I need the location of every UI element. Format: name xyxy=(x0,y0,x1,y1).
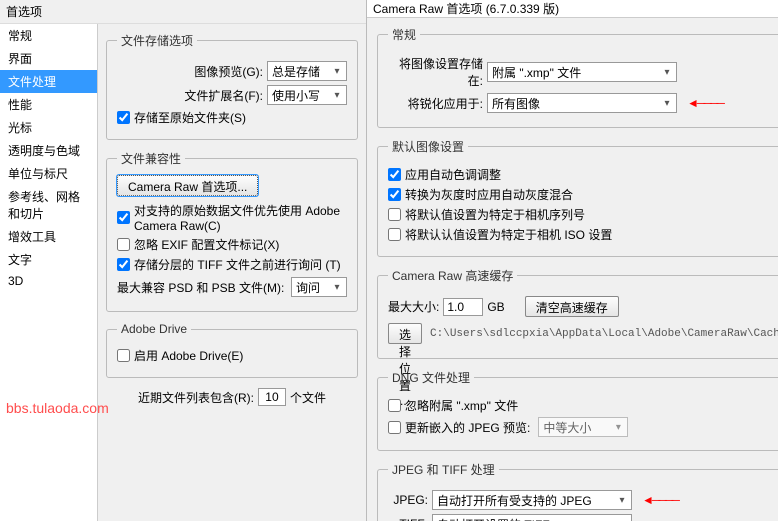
apply-sharpen-label: 将锐化应用于: xyxy=(388,95,483,112)
save-original-checkbox[interactable] xyxy=(117,111,130,124)
recent-files-input[interactable] xyxy=(258,388,286,406)
compat-legend: 文件兼容性 xyxy=(117,150,185,167)
adobe-drive-legend: Adobe Drive xyxy=(117,322,191,336)
sidebar-item-guides[interactable]: 参考线、网格和切片 xyxy=(0,185,97,225)
embed-jpeg-checkbox[interactable] xyxy=(388,421,401,434)
auto-tone-checkbox[interactable] xyxy=(388,168,401,181)
image-preview-label: 图像预览(G): xyxy=(173,63,263,80)
recent-suffix: 个文件 xyxy=(290,389,326,406)
sidebar-item-general[interactable]: 常规 xyxy=(0,24,97,47)
recent-label: 近期文件列表包含(R): xyxy=(138,389,254,406)
apply-sharpen-select[interactable]: 所有图像 ▾ xyxy=(487,93,677,113)
max-psd-select[interactable]: 询问 ▾ xyxy=(291,277,347,297)
jpeg-handling-select[interactable]: 自动打开所有受支持的 JPEG ▾ xyxy=(432,490,632,510)
tiff-handling-select[interactable]: 自动打开设置的 TIFF ▾ xyxy=(432,514,632,521)
cr-defaults-group: 默认图像设置 应用自动色调调整 转换为灰度时应用自动灰度混合 将默认值设置为特定… xyxy=(377,138,778,257)
cr-general-legend: 常规 xyxy=(388,26,420,43)
save-original-label: 存储至原始文件夹(S) xyxy=(134,109,246,126)
chevron-down-icon: ▾ xyxy=(330,66,344,77)
ignore-exif-label: 忽略 EXIF 配置文件标记(X) xyxy=(134,236,279,253)
ignore-exif-checkbox[interactable] xyxy=(117,238,130,251)
cr-jpeg-tiff-legend: JPEG 和 TIFF 处理 xyxy=(388,461,499,478)
sidebar-item-file-handling[interactable]: 文件处理 xyxy=(0,70,97,93)
adobe-drive-group: Adobe Drive 启用 Adobe Drive(E) xyxy=(106,322,358,378)
sidebar-item-plugins[interactable]: 增效工具 xyxy=(0,225,97,248)
sidebar-item-cursors[interactable]: 光标 xyxy=(0,116,97,139)
max-size-label: 最大大小: xyxy=(388,298,439,315)
image-preview-select[interactable]: 总是存储 ▾ xyxy=(267,61,347,81)
cr-defaults-legend: 默认图像设置 xyxy=(388,138,468,155)
per-iso-label: 将默认认值设置为特定于相机 ISO 设置 xyxy=(405,226,612,243)
max-size-input[interactable] xyxy=(443,298,483,316)
auto-gray-label: 转换为灰度时应用自动灰度混合 xyxy=(405,186,573,203)
save-settings-label: 将图像设置存储在: xyxy=(388,55,483,89)
chevron-down-icon: ▾ xyxy=(330,90,344,101)
ignore-xmp-checkbox[interactable] xyxy=(388,399,401,412)
chevron-down-icon: ▾ xyxy=(611,422,625,433)
sidebar: 常规 界面 文件处理 性能 光标 透明度与色域 单位与标尺 参考线、网格和切片 … xyxy=(0,24,98,521)
arrow-indicator-icon: ◄──── xyxy=(642,493,678,507)
save-settings-select[interactable]: 附属 ".xmp" 文件 ▾ xyxy=(487,62,677,82)
watermark-text: bbs.tulaoda.com xyxy=(6,400,109,416)
cr-cache-group: Camera Raw 高速缓存 最大大小: GB 清空高速缓存 选择位置 ...… xyxy=(377,267,778,359)
ask-tiff-checkbox[interactable] xyxy=(117,258,130,271)
per-iso-checkbox[interactable] xyxy=(388,228,401,241)
enable-drive-label: 启用 Adobe Drive(E) xyxy=(134,347,243,364)
sidebar-item-type[interactable]: 文字 xyxy=(0,248,97,271)
auto-tone-label: 应用自动色调调整 xyxy=(405,166,501,183)
prefer-raw-checkbox[interactable] xyxy=(117,211,130,224)
right-panel-title: Camera Raw 首选项 (6.7.0.339 版) xyxy=(367,0,778,18)
select-location-button[interactable]: 选择位置 ... xyxy=(388,323,422,344)
cr-jpeg-tiff-group: JPEG 和 TIFF 处理 JPEG: 自动打开所有受支持的 JPEG ▾ ◄… xyxy=(377,461,778,521)
jpeg-label: JPEG: xyxy=(388,493,428,507)
purge-cache-button[interactable]: 清空高速缓存 xyxy=(525,296,619,317)
cr-dng-group: DNG 文件处理 忽略附属 ".xmp" 文件 更新嵌入的 JPEG 预览: 中… xyxy=(377,369,778,451)
embed-jpeg-select[interactable]: 中等大小 ▾ xyxy=(538,417,628,437)
chevron-down-icon: ▾ xyxy=(660,67,674,78)
arrow-indicator-icon: ◄──── xyxy=(687,96,723,110)
cr-general-group: 常规 将图像设置存储在: 附属 ".xmp" 文件 ▾ 将锐化应用于: 所有图像… xyxy=(377,26,778,128)
cache-path: C:\Users\sdlccpxia\AppData\Local\Adobe\C… xyxy=(430,328,778,340)
prefer-raw-label: 对支持的原始数据文件优先使用 Adobe Camera Raw(C) xyxy=(134,202,347,233)
per-serial-checkbox[interactable] xyxy=(388,208,401,221)
auto-gray-checkbox[interactable] xyxy=(388,188,401,201)
sidebar-item-transparency[interactable]: 透明度与色域 xyxy=(0,139,97,162)
sidebar-item-interface[interactable]: 界面 xyxy=(0,47,97,70)
ask-tiff-label: 存储分层的 TIFF 文件之前进行询问 (T) xyxy=(134,256,341,273)
embed-jpeg-label: 更新嵌入的 JPEG 预览: xyxy=(405,419,530,436)
max-psd-label: 最大兼容 PSD 和 PSB 文件(M): xyxy=(117,279,287,296)
file-save-group: 文件存储选项 图像预览(G): 总是存储 ▾ 文件扩展名(F): 使用小写 ▾ xyxy=(106,32,358,140)
left-panel-title: 首选项 xyxy=(0,0,366,24)
arrow-indicator-icon: ◄──── xyxy=(642,517,678,521)
chevron-down-icon: ▾ xyxy=(330,282,344,293)
per-serial-label: 将默认值设置为特定于相机序列号 xyxy=(405,206,585,223)
file-ext-label: 文件扩展名(F): xyxy=(173,87,263,104)
sidebar-item-3d[interactable]: 3D xyxy=(0,271,97,291)
chevron-down-icon: ▾ xyxy=(615,495,629,506)
ignore-xmp-label: 忽略附属 ".xmp" 文件 xyxy=(405,397,518,414)
file-save-legend: 文件存储选项 xyxy=(117,32,197,49)
camera-raw-prefs-button[interactable]: Camera Raw 首选项... xyxy=(117,175,258,196)
compat-group: 文件兼容性 Camera Raw 首选项... 对支持的原始数据文件优先使用 A… xyxy=(106,150,358,312)
preferences-panel: 首选项 常规 界面 文件处理 性能 光标 透明度与色域 单位与标尺 参考线、网格… xyxy=(0,0,367,521)
tiff-label: TIFF: xyxy=(388,517,428,521)
cr-cache-legend: Camera Raw 高速缓存 xyxy=(388,267,517,284)
chevron-down-icon: ▾ xyxy=(660,98,674,109)
sidebar-item-performance[interactable]: 性能 xyxy=(0,93,97,116)
file-ext-select[interactable]: 使用小写 ▾ xyxy=(267,85,347,105)
cr-dng-legend: DNG 文件处理 xyxy=(388,369,474,386)
sidebar-item-units[interactable]: 单位与标尺 xyxy=(0,162,97,185)
camera-raw-panel: Camera Raw 首选项 (6.7.0.339 版) 常规 将图像设置存储在… xyxy=(367,0,778,521)
gb-label: GB xyxy=(487,300,504,314)
enable-drive-checkbox[interactable] xyxy=(117,349,130,362)
